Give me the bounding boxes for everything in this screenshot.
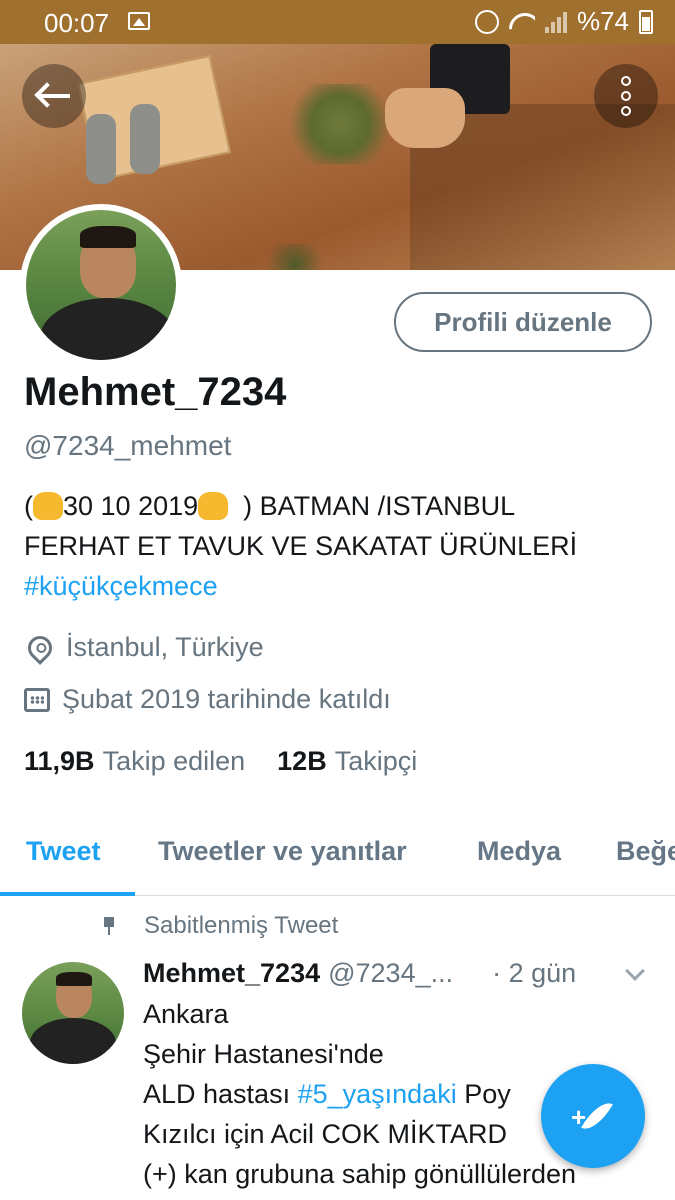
tweet-author-avatar[interactable] (22, 962, 124, 1064)
tab-tweets-and-replies[interactable]: Tweetler ve yanıtlar (158, 836, 407, 867)
compose-tweet-button[interactable]: + (541, 1064, 645, 1168)
following-label: Takip edilen (102, 746, 246, 776)
alarm-icon (474, 9, 499, 34)
tab-likes[interactable]: Beğe (616, 836, 675, 867)
followers-link[interactable]: 12B Takipçi (277, 746, 417, 777)
following-count: 11,9B (24, 746, 95, 776)
tweet-header: Mehmet_7234 @7234_... · 2 gün (143, 958, 576, 989)
bio-hashtag-link[interactable]: #küçükçekmece (24, 571, 218, 601)
back-button[interactable] (22, 64, 86, 128)
vertical-dots-icon (621, 76, 631, 86)
pinned-tweet-label: Sabitlenmiş Tweet (102, 912, 338, 940)
profile-display-name: Mehmet_7234 (24, 370, 287, 414)
followers-count: 12B (277, 746, 327, 776)
battery-icon (639, 9, 653, 34)
battery-percent: %74 (576, 6, 629, 36)
bio-business: FERHAT ET TAVUK VE SAKATAT ÜRÜNLERİ (24, 531, 578, 561)
tab-tweets[interactable]: Tweet (26, 836, 101, 867)
more-options-button[interactable] (594, 64, 658, 128)
tweet-hashtag-link[interactable]: #5_yaşındaki (298, 1079, 457, 1109)
tab-media[interactable]: Medya (477, 836, 561, 867)
profile-handle: @7234_mehmet (24, 430, 232, 461)
wifi-icon (509, 11, 535, 33)
calendar-icon (24, 687, 50, 712)
status-right-icons: %74 (474, 6, 653, 37)
signal-icon (544, 11, 567, 33)
follow-stats: 11,9B Takip edilen 12B Takipçi (24, 746, 417, 777)
gallery-notification-icon (128, 12, 150, 30)
tweet-author-name[interactable]: Mehmet_7234 (143, 958, 320, 989)
chevron-down-icon[interactable] (625, 961, 645, 981)
profile-location: İstanbul, Türkiye (23, 630, 264, 665)
tweet-author-handle: @7234_... (328, 958, 454, 988)
bio-date: 30 10 2019 (63, 491, 199, 521)
profile-tabs: Tweet Tweetler ve yanıtlar Medya Beğe (0, 806, 675, 896)
status-time: 00:07 (44, 8, 110, 38)
followers-label: Takipçi (334, 746, 418, 776)
following-link[interactable]: 11,9B Takip edilen (24, 746, 245, 777)
location-pin-icon (23, 630, 57, 665)
profile-bio: (30 10 2019 ) BATMAN /ISTANBUL FERHAT ET… (24, 491, 578, 601)
pushpin-icon (102, 917, 116, 935)
profile-joined-date: Şubat 2019 tarihinde katıldı (24, 684, 391, 715)
praying-hands-emoji-icon (198, 492, 229, 520)
tweet-timestamp[interactable]: · 2 gün (492, 958, 576, 989)
praying-hands-emoji-icon (33, 492, 63, 520)
active-tab-indicator (0, 892, 135, 896)
edit-profile-button[interactable]: Profili düzenle (394, 292, 652, 352)
profile-avatar[interactable] (20, 204, 182, 366)
status-bar: 00:07 %74 (0, 0, 675, 44)
arrow-left-icon (40, 94, 70, 98)
